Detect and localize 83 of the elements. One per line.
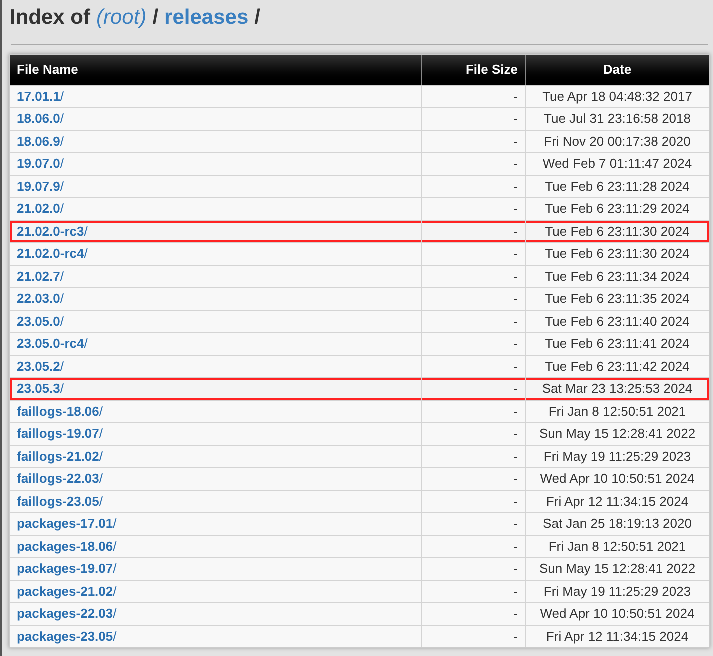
file-size: - [514, 200, 518, 218]
file-size: - [514, 132, 518, 150]
page-title: Index of [10, 5, 91, 31]
modified-date: Fri May 19 11:25:29 2023 [544, 582, 692, 601]
folder-link[interactable]: 19.07.9/ [17, 176, 64, 196]
path-separator: / [254, 5, 260, 31]
modified-date: Sun May 15 12:28:41 2022 [539, 425, 696, 443]
modified-date: Tue Feb 6 23:11:34 2024 [545, 268, 690, 286]
modified-date: Wed Apr 10 10:50:51 2024 [540, 605, 695, 623]
file-size: - [514, 358, 518, 376]
modified-date: Sun May 15 12:28:41 2022 [539, 560, 696, 578]
modified-date: Tue Apr 18 04:48:32 2017 [542, 88, 692, 106]
file-size: - [514, 582, 518, 600]
file-size: - [514, 425, 518, 443]
modified-date: Fri May 19 11:25:29 2023 [544, 448, 692, 466]
folder-link[interactable]: 21.02.0-rc3/ [17, 222, 88, 241]
folder-link[interactable]: 23.05.0-rc4/ [17, 334, 88, 354]
file-size: - [514, 380, 518, 398]
modified-date: Fri Jan 8 12:50:51 2021 [548, 538, 686, 556]
modified-date: Wed Feb 7 01:11:47 2024 [542, 155, 692, 173]
modified-date: Tue Feb 6 23:11:29 2024 [545, 200, 690, 218]
folder-link[interactable]: packages-23.05/ [17, 626, 117, 646]
modified-date: Fri Apr 12 11:34:15 2024 [546, 492, 689, 511]
folder-link[interactable]: 21.02.7/ [17, 266, 64, 286]
file-size: - [514, 245, 518, 263]
file-size: - [514, 605, 518, 623]
folder-link[interactable]: 19.07.0/ [17, 154, 64, 174]
folder-link[interactable]: packages-18.06/ [17, 536, 117, 556]
file-size: - [514, 335, 518, 353]
file-size: - [514, 268, 518, 286]
folder-link[interactable]: 21.02.0-rc4/ [17, 244, 88, 264]
folder-link[interactable]: 18.06.9/ [17, 132, 64, 151]
file-size: - [514, 88, 518, 106]
breadcrumb-link[interactable]: (root) [96, 2, 147, 34]
folder-link[interactable]: packages-21.02/ [17, 582, 117, 601]
folder-link[interactable]: 23.05.2/ [17, 356, 64, 376]
folder-link[interactable]: faillogs-22.03/ [17, 469, 103, 488]
column-header: File Size [421, 54, 525, 84]
column-header: File Name [16, 60, 80, 79]
modified-date: Fri Jan 8 12:50:51 2021 [548, 402, 686, 420]
file-size: - [514, 290, 518, 308]
file-size: - [514, 492, 518, 510]
file-size: - [514, 402, 518, 420]
modified-date: Sat Jan 25 18:19:13 2020 [543, 515, 692, 533]
modified-date: Fri Apr 12 11:34:15 2024 [546, 628, 689, 646]
file-size: - [514, 538, 518, 556]
breadcrumb-link[interactable]: releases [164, 2, 249, 34]
folder-link[interactable]: 18.06.0/ [17, 109, 64, 128]
modified-date: Tue Feb 6 23:11:30 2024 [545, 222, 690, 240]
file-size: - [514, 515, 518, 533]
modified-date: Tue Feb 6 23:11:42 2024 [545, 358, 690, 376]
folder-link[interactable]: faillogs-19.07/ [17, 424, 103, 444]
folder-link[interactable]: 23.05.0/ [17, 312, 64, 331]
folder-link[interactable]: 21.02.0/ [17, 199, 64, 218]
folder-link[interactable]: packages-17.01/ [17, 514, 117, 534]
modified-date: Sat Mar 23 13:25:53 2024 [542, 380, 693, 398]
file-size: - [514, 560, 518, 578]
folder-link[interactable]: 17.01.1/ [17, 86, 64, 106]
folder-link[interactable]: 23.05.3/ [17, 379, 64, 398]
file-size: - [514, 110, 518, 128]
file-size: - [514, 222, 518, 240]
modified-date: Wed Apr 10 10:50:51 2024 [540, 470, 695, 488]
modified-date: Tue Feb 6 23:11:41 2024 [545, 335, 690, 353]
column-header: Date [525, 54, 709, 84]
folder-link[interactable]: packages-22.03/ [17, 604, 117, 624]
file-size: - [514, 178, 518, 196]
folder-link[interactable]: faillogs-21.02/ [17, 446, 103, 466]
file-size: - [514, 628, 518, 646]
file-size: - [514, 448, 518, 466]
file-size: - [514, 155, 518, 173]
modified-date: Tue Feb 6 23:11:28 2024 [545, 178, 690, 196]
modified-date: Fri Nov 20 00:17:38 2020 [544, 132, 691, 150]
folder-link[interactable]: faillogs-18.06/ [17, 402, 103, 421]
folder-link[interactable]: packages-19.07/ [17, 559, 117, 578]
path-separator: / [152, 5, 159, 31]
file-size: - [514, 470, 518, 488]
folder-link[interactable]: faillogs-23.05/ [17, 492, 103, 511]
file-size: - [514, 312, 518, 330]
modified-date: Tue Jul 31 23:16:58 2018 [544, 110, 691, 128]
modified-date: Tue Feb 6 23:11:35 2024 [545, 290, 690, 308]
modified-date: Tue Feb 6 23:11:40 2024 [545, 312, 690, 330]
folder-link[interactable]: 22.03.0/ [17, 289, 64, 308]
modified-date: Tue Feb 6 23:11:30 2024 [545, 245, 690, 263]
